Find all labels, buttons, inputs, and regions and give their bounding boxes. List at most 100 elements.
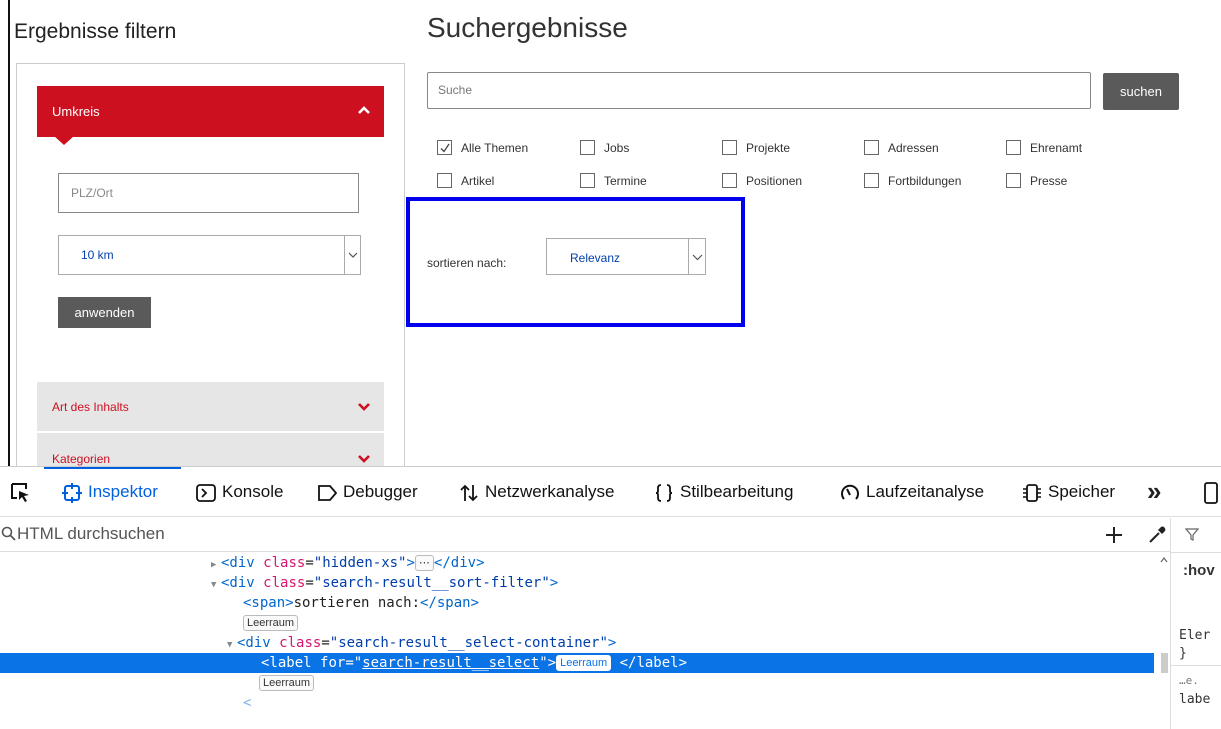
divider [1171,552,1221,553]
tab-label: Netzwerkanalyse [485,482,615,501]
checkbox-box[interactable] [1006,173,1021,188]
viewport-edge [8,0,10,466]
chevron-down-icon [358,403,370,411]
checkbox-label: Positionen [746,174,803,188]
whitespace-badge: Leerraum [243,615,299,631]
checkbox-label: Termine [604,174,647,188]
checkbox-box[interactable] [1006,140,1021,155]
checkbox-box[interactable] [580,140,595,155]
tab-label: Stilbearbeitung [680,482,794,501]
sort-select-value: Relevanz [570,251,621,265]
node-class: search-result__sort-filter [322,575,542,591]
braces-icon [655,484,673,502]
checkmark-icon [440,143,450,153]
checkbox-label: Jobs [604,141,630,155]
categories-accordion[interactable]: Kategorien [37,433,384,466]
hover-toggle[interactable]: :hov [1183,562,1215,579]
sort-select[interactable]: Relevanz [546,238,706,275]
checkbox-box[interactable] [864,173,879,188]
umkreis-accordion-header[interactable]: Umkreis [37,86,384,137]
tree-node-selected[interactable]: <label for="search-result__select"> Leerr… [0,653,1154,673]
html-search-bar[interactable]: HTML durchsuchen [0,518,1170,552]
node-class: hidden-xs [322,555,399,571]
tree-node[interactable]: ▶ <div class="hidden-xs"> ⋯ </div> [0,553,1154,573]
checkbox-label: Artikel [461,174,495,188]
element-picker-icon[interactable] [8,480,32,504]
checkbox-label: Adressen [888,141,939,155]
collapse-triangle-icon[interactable]: ▼ [227,635,237,655]
devtools-toolbar: Inspektor Konsole Debugger Netzwerkanaly… [0,467,1221,517]
accordion-pointer [54,136,74,145]
categories-label: Kategorien [52,452,111,466]
tab-label: Inspektor [88,482,158,501]
tab-label: Speicher [1048,482,1116,501]
checkbox-box[interactable] [722,173,737,188]
search-icon [1,526,16,541]
chevron-down-icon [688,239,705,274]
search-button[interactable]: suchen [1103,73,1179,110]
page-title: Suchergebnisse [427,12,628,43]
rule-text: Eler [1179,628,1211,643]
checkbox-label: Alle Themen [461,141,529,155]
tree-scrollbar[interactable] [1158,553,1170,729]
responsive-design-icon[interactable] [1202,482,1221,504]
node-class: search-result__select-container [338,635,600,651]
content-type-accordion[interactable]: Art des Inhalts [37,382,384,431]
inspector-icon [62,483,82,503]
ellipsis-badge[interactable]: ⋯ [414,555,434,571]
checkbox-label: Presse [1030,174,1068,188]
add-node-icon[interactable] [1104,525,1124,545]
search-input[interactable]: Suche [427,72,1091,109]
node-for-link[interactable]: search-result__select [362,655,539,671]
radius-select[interactable]: 10 km [58,235,361,275]
rule-source: …e. [1179,674,1199,687]
rules-sidebar: :hov Eler } …e. labe [1170,518,1221,729]
markup-tree: ▶ <div class="hidden-xs"> ⋯ </div> ▼ <div cl… [0,553,1170,729]
radius-select-value: 10 km [81,248,114,262]
whitespace-badge: Leerraum [259,675,315,691]
tab-label: Konsole [222,482,284,501]
checkbox-box[interactable] [864,140,879,155]
checkbox-label: Projekte [746,141,791,155]
collapse-triangle-icon[interactable]: ▼ [211,575,221,595]
tree-node[interactable]: ▼ <div class="search-result__select-conta… [0,633,1154,653]
tab-label: Laufzeitanalyse [866,482,985,501]
node-text: sortieren nach: [293,595,421,611]
whitespace-badge: Leerraum [556,655,612,671]
tab-label: Debugger [343,482,418,501]
filter-icon[interactable] [1185,527,1199,541]
tree-node[interactable]: Leerraum [0,673,1154,693]
plz-ort-input[interactable]: PLZ/Ort [58,173,359,213]
checkbox-box[interactable] [580,173,595,188]
network-icon [460,484,478,502]
html-search-placeholder: HTML durchsuchen [17,524,165,543]
rule-text: } [1179,646,1187,661]
rule-text: labe [1179,692,1211,707]
active-tab-indicator [44,467,181,469]
tree-node[interactable]: <span>sortieren nach:</span> [0,593,1154,613]
checkbox-box[interactable] [437,173,452,188]
expand-triangle-icon[interactable]: ▶ [211,555,221,575]
devtools-panel: Inspektor Konsole Debugger Netzwerkanaly… [0,466,1221,729]
tree-node[interactable]: ▼ <div class="search-result__sort-filter"… [0,573,1154,593]
tree-node-cut-off: < [243,695,252,711]
console-icon [196,484,216,502]
chevron-down-icon [344,236,360,274]
storage-icon [1023,484,1041,502]
more-tabs-button[interactable]: » [1147,478,1161,504]
checkbox-box[interactable] [722,140,737,155]
gauge-icon [841,484,859,500]
umkreis-label: Umkreis [52,104,100,119]
chevron-up-icon [358,106,370,114]
eyedropper-icon[interactable] [1147,525,1167,545]
webpage-viewport: Ergebnisse filtern Umkreis PLZ/Ort 10 km… [0,0,1221,466]
tree-node[interactable]: Leerraum [0,613,1154,633]
checkbox-box[interactable] [437,140,452,155]
apply-button[interactable]: anwenden [58,297,151,328]
checkbox-label: Fortbildungen [888,174,962,188]
checkbox-label: Ehrenamt [1030,141,1083,155]
chevron-down-icon [358,455,370,463]
sort-label: sortieren nach: [427,256,507,270]
content-type-label: Art des Inhalts [52,400,129,414]
filter-title: Ergebnisse filtern [14,20,177,43]
